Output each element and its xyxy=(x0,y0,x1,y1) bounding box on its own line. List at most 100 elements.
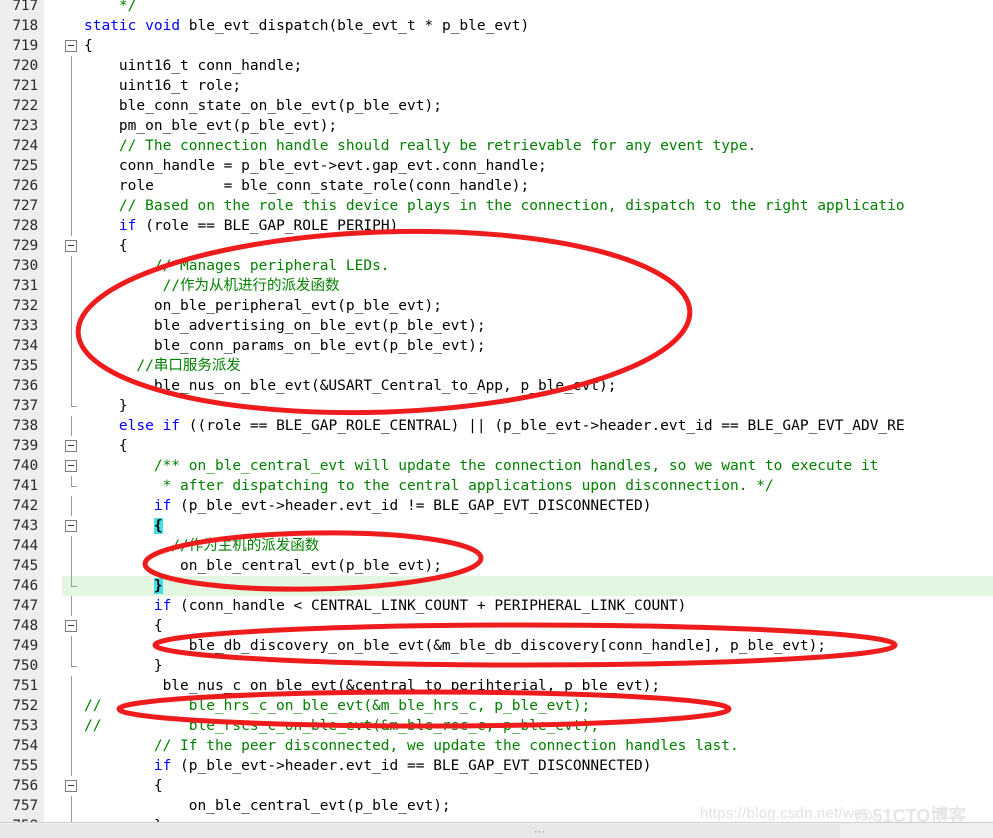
fold-margin[interactable] xyxy=(62,676,82,696)
code-text[interactable]: { xyxy=(84,516,163,536)
code-text[interactable]: /** on_ble_central_evt will update the c… xyxy=(84,456,879,476)
fold-margin[interactable] xyxy=(62,336,82,356)
code-line[interactable]: 733 ble_advertising_on_ble_evt(p_ble_evt… xyxy=(0,316,993,336)
code-line[interactable]: 739 { xyxy=(0,436,993,456)
code-line[interactable]: 730 // Manages peripheral LEDs. xyxy=(0,256,993,276)
code-line[interactable]: 751 ble_nus_c_on_ble_evt(&central_to_per… xyxy=(0,676,993,696)
code-line[interactable]: 738 else if ((role == BLE_GAP_ROLE_CENTR… xyxy=(0,416,993,436)
code-line[interactable]: 725 conn_handle = p_ble_evt->evt.gap_evt… xyxy=(0,156,993,176)
code-text[interactable]: { xyxy=(84,776,163,796)
fold-margin[interactable] xyxy=(62,256,82,276)
code-line[interactable]: 743 { xyxy=(0,516,993,536)
code-line[interactable]: 753 // ble_rscs_c_on_ble_evt(&m_ble_rsc_c… xyxy=(0,716,993,736)
code-line[interactable]: 727 // Based on the role this device pla… xyxy=(0,196,993,216)
code-line[interactable]: 731 //作为从机进行的派发函数 xyxy=(0,276,993,296)
collapse-fold-icon[interactable] xyxy=(65,240,77,252)
code-line[interactable]: 720 uint16_t conn_handle; xyxy=(0,56,993,76)
fold-margin[interactable] xyxy=(62,36,82,56)
code-line[interactable]: 740 /** on_ble_central_evt will update t… xyxy=(0,456,993,476)
fold-margin[interactable] xyxy=(62,456,82,476)
fold-margin[interactable] xyxy=(62,236,82,256)
fold-margin[interactable] xyxy=(62,376,82,396)
fold-margin[interactable] xyxy=(62,396,82,416)
code-text[interactable]: ble_nus_c_on_ble_evt(&central_to_perihte… xyxy=(84,676,661,696)
code-text[interactable]: // If the peer disconnected, we update t… xyxy=(84,736,739,756)
code-line[interactable]: 719 { xyxy=(0,36,993,56)
code-line[interactable]: 750 } xyxy=(0,656,993,676)
code-text[interactable]: else if ((role == BLE_GAP_ROLE_CENTRAL) … xyxy=(84,416,905,436)
fold-margin[interactable] xyxy=(62,276,82,296)
fold-margin[interactable] xyxy=(62,736,82,756)
code-text[interactable]: } xyxy=(84,656,163,676)
fold-margin[interactable] xyxy=(62,356,82,376)
code-line[interactable]: 742 if (p_ble_evt->header.evt_id != BLE_… xyxy=(0,496,993,516)
collapse-fold-icon[interactable] xyxy=(65,40,77,52)
fold-margin[interactable] xyxy=(62,696,82,716)
fold-margin[interactable] xyxy=(62,96,82,116)
code-line[interactable]: 744 //作为主机的派发函数 xyxy=(0,536,993,556)
fold-margin[interactable] xyxy=(62,796,82,816)
fold-margin[interactable] xyxy=(62,0,82,16)
code-line[interactable]: 724 // The connection handle should real… xyxy=(0,136,993,156)
code-text[interactable]: //作为从机进行的派发函数 xyxy=(84,276,340,296)
code-line[interactable]: 729 { xyxy=(0,236,993,256)
code-line[interactable]: 732 on_ble_peripheral_evt(p_ble_evt); xyxy=(0,296,993,316)
code-text[interactable]: if (p_ble_evt->header.evt_id == BLE_GAP_… xyxy=(84,756,652,776)
code-line[interactable]: 747 if (conn_handle < CENTRAL_LINK_COUNT… xyxy=(0,596,993,616)
code-text[interactable]: if (conn_handle < CENTRAL_LINK_COUNT + P… xyxy=(84,596,687,616)
fold-margin[interactable] xyxy=(62,536,82,556)
code-line[interactable]: 723 pm_on_ble_evt(p_ble_evt); xyxy=(0,116,993,136)
code-text[interactable]: on_ble_central_evt(p_ble_evt); xyxy=(84,556,442,576)
code-text[interactable]: // ble_rscs_c_on_ble_evt(&m_ble_rsc_c, p… xyxy=(84,716,599,736)
code-text[interactable]: * after dispatching to the central appli… xyxy=(84,476,774,496)
code-text[interactable]: if (role == BLE_GAP_ROLE_PERIPH) xyxy=(84,216,398,236)
code-text[interactable]: ble_conn_state_on_ble_evt(p_ble_evt); xyxy=(84,96,442,116)
fold-margin[interactable] xyxy=(62,596,82,616)
code-text[interactable]: ble_advertising_on_ble_evt(p_ble_evt); xyxy=(84,316,486,336)
fold-margin[interactable] xyxy=(62,196,82,216)
code-line[interactable]: 734 ble_conn_params_on_ble_evt(p_ble_evt… xyxy=(0,336,993,356)
code-line[interactable]: 756 { xyxy=(0,776,993,796)
fold-margin[interactable] xyxy=(62,436,82,456)
horizontal-scrollbar[interactable]: ⋯ xyxy=(0,822,993,838)
fold-margin[interactable] xyxy=(62,476,82,496)
fold-margin[interactable] xyxy=(62,416,82,436)
code-line[interactable]: 745 on_ble_central_evt(p_ble_evt); xyxy=(0,556,993,576)
fold-margin[interactable] xyxy=(62,296,82,316)
fold-margin[interactable] xyxy=(62,636,82,656)
collapse-fold-icon[interactable] xyxy=(65,520,77,532)
code-text[interactable]: pm_on_ble_evt(p_ble_evt); xyxy=(84,116,337,136)
code-text[interactable]: ble_conn_params_on_ble_evt(p_ble_evt); xyxy=(84,336,486,356)
code-text[interactable]: //作为主机的派发函数 xyxy=(84,536,319,556)
fold-margin[interactable] xyxy=(62,716,82,736)
fold-margin[interactable] xyxy=(62,496,82,516)
collapse-fold-icon[interactable] xyxy=(65,460,77,472)
code-line[interactable]: 726 role = ble_conn_state_role(conn_hand… xyxy=(0,176,993,196)
code-text[interactable]: uint16_t role; xyxy=(84,76,241,96)
fold-margin[interactable] xyxy=(62,16,82,36)
code-line[interactable]: 741 * after dispatching to the central a… xyxy=(0,476,993,496)
fold-margin[interactable] xyxy=(62,136,82,156)
code-text[interactable]: on_ble_peripheral_evt(p_ble_evt); xyxy=(84,296,442,316)
fold-margin[interactable] xyxy=(62,576,82,596)
fold-margin[interactable] xyxy=(62,216,82,236)
code-line[interactable]: 746 } xyxy=(0,576,993,596)
fold-margin[interactable] xyxy=(62,316,82,336)
code-text[interactable]: ble_nus_on_ble_evt(&USART_Central_to_App… xyxy=(84,376,617,396)
code-text[interactable]: // Manages peripheral LEDs. xyxy=(84,256,390,276)
code-text[interactable]: // The connection handle should really b… xyxy=(84,136,756,156)
code-text[interactable]: static void ble_evt_dispatch(ble_evt_t *… xyxy=(84,16,529,36)
fold-margin[interactable] xyxy=(62,616,82,636)
fold-margin[interactable] xyxy=(62,56,82,76)
code-line[interactable]: 737 } xyxy=(0,396,993,416)
code-line[interactable]: 721 uint16_t role; xyxy=(0,76,993,96)
code-text[interactable]: conn_handle = p_ble_evt->evt.gap_evt.con… xyxy=(84,156,547,176)
code-line[interactable]: 748 { xyxy=(0,616,993,636)
code-text[interactable]: { xyxy=(84,616,163,636)
horizontal-scrollbar-thumb[interactable]: ⋯ xyxy=(0,824,840,838)
code-text[interactable]: // Based on the role this device plays i… xyxy=(84,196,905,216)
fold-margin[interactable] xyxy=(62,776,82,796)
fold-margin[interactable] xyxy=(62,656,82,676)
code-text[interactable]: uint16_t conn_handle; xyxy=(84,56,302,76)
collapse-fold-icon[interactable] xyxy=(65,780,77,792)
